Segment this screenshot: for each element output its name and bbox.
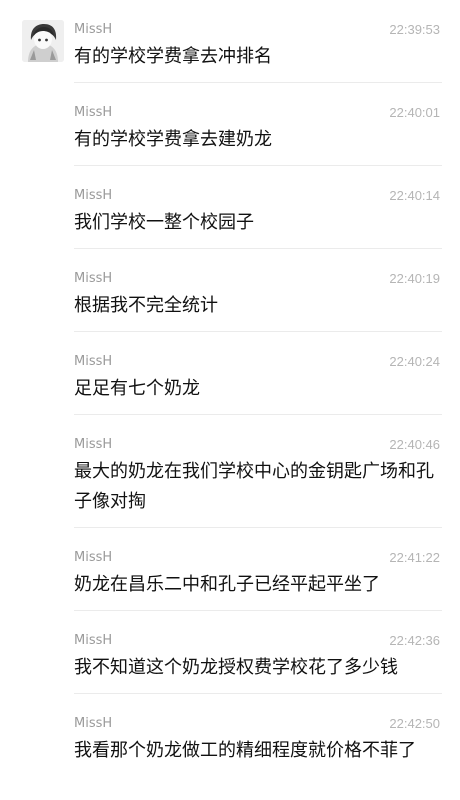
timestamp: 22:42:50 xyxy=(389,716,440,731)
sender-name: MissH xyxy=(74,550,113,565)
message-item[interactable]: MissH 22:42:50 我看那个奶龙做工的精细程度就价格不菲了 xyxy=(0,694,460,800)
sender-name: MissH xyxy=(74,105,113,120)
timestamp: 22:39:53 xyxy=(389,22,440,37)
sender-name: MissH xyxy=(74,22,113,37)
message-text: 我看那个奶龙做工的精细程度就价格不菲了 xyxy=(74,740,416,761)
message-text: 我不知道这个奶龙授权费学校花了多少钱 xyxy=(74,657,398,678)
chat-log: MissH 22:39:53 有的学校学费拿去冲排名 MissH 22:40:0… xyxy=(0,0,460,800)
timestamp: 22:40:46 xyxy=(389,437,440,452)
message-item[interactable]: MissH 22:42:36 我不知道这个奶龙授权费学校花了多少钱 xyxy=(0,611,460,693)
message-text: 有的学校学费拿去冲排名 xyxy=(74,46,272,67)
sender-name: MissH xyxy=(74,188,113,203)
message-item[interactable]: MissH 22:39:53 有的学校学费拿去冲排名 xyxy=(0,0,460,82)
timestamp: 22:41:22 xyxy=(389,550,440,565)
sender-name: MissH xyxy=(74,354,113,369)
sender-name: MissH xyxy=(74,271,113,286)
message-text: 足足有七个奶龙 xyxy=(74,378,200,399)
avatar-image-icon xyxy=(22,20,64,62)
timestamp: 22:40:01 xyxy=(389,105,440,120)
timestamp: 22:40:24 xyxy=(389,354,440,369)
message-text: 根据我不完全统计 xyxy=(74,295,218,316)
sender-name: MissH xyxy=(74,437,113,452)
timestamp: 22:42:36 xyxy=(389,633,440,648)
message-text: 我们学校一整个校园子 xyxy=(74,212,254,233)
message-text: 最大的奶龙在我们学校中心的金钥匙广场和孔子像对掏 xyxy=(74,461,434,512)
message-text: 有的学校学费拿去建奶龙 xyxy=(74,129,272,150)
message-item[interactable]: MissH 22:40:19 根据我不完全统计 xyxy=(0,249,460,331)
message-item[interactable]: MissH 22:41:22 奶龙在昌乐二中和孔子已经平起平坐了 xyxy=(0,528,460,610)
timestamp: 22:40:14 xyxy=(389,188,440,203)
message-item[interactable]: MissH 22:40:01 有的学校学费拿去建奶龙 xyxy=(0,83,460,165)
avatar[interactable] xyxy=(22,20,64,62)
message-item[interactable]: MissH 22:40:46 最大的奶龙在我们学校中心的金钥匙广场和孔子像对掏 xyxy=(0,415,460,527)
sender-name: MissH xyxy=(74,633,113,648)
message-text: 奶龙在昌乐二中和孔子已经平起平坐了 xyxy=(74,574,380,595)
message-item[interactable]: MissH 22:40:14 我们学校一整个校园子 xyxy=(0,166,460,248)
sender-name: MissH xyxy=(74,716,113,731)
message-item[interactable]: MissH 22:40:24 足足有七个奶龙 xyxy=(0,332,460,414)
timestamp: 22:40:19 xyxy=(389,271,440,286)
